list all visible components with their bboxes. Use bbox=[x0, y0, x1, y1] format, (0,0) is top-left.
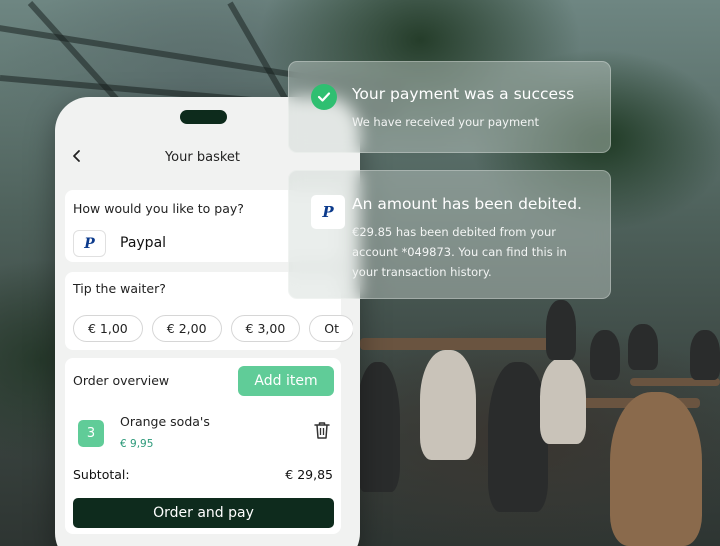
subtotal-value: € 29,85 bbox=[285, 467, 333, 482]
tip-option[interactable]: € 3,00 bbox=[230, 315, 301, 342]
tip-option[interactable]: € 1,00 bbox=[73, 315, 143, 342]
notification-body-line: your transaction history. bbox=[352, 265, 492, 279]
notification-title: Your payment was a success bbox=[352, 85, 575, 103]
notification-body: €29.85 has been debited from your accoun… bbox=[352, 222, 567, 282]
item-name: Orange soda's bbox=[120, 414, 210, 429]
tip-option-other[interactable]: Ot bbox=[309, 315, 353, 342]
payment-success-notification: Your payment was a success We have recei… bbox=[288, 61, 611, 153]
phone-mockup: Your basket How would you like to pay? P… bbox=[55, 97, 360, 546]
check-circle-icon bbox=[311, 84, 337, 110]
tip-question: Tip the waiter? bbox=[73, 281, 166, 296]
tip-option[interactable]: € 2,00 bbox=[151, 315, 222, 342]
item-price: € 9,95 bbox=[120, 438, 154, 450]
add-item-button[interactable]: Add item bbox=[238, 366, 334, 396]
payment-question: How would you like to pay? bbox=[73, 201, 244, 216]
order-and-pay-button[interactable]: Order and pay bbox=[73, 498, 334, 528]
paypal-icon: P bbox=[311, 195, 345, 229]
order-overview-heading: Order overview bbox=[73, 373, 170, 388]
amount-debited-notification: P An amount has been debited. €29.85 has… bbox=[288, 170, 611, 299]
tip-options: € 1,00 € 2,00 € 3,00 Ot bbox=[73, 315, 353, 342]
order-overview-card: Order overview Add item 3 Orange soda's … bbox=[65, 358, 341, 534]
notification-body-line: €29.85 has been debited from your bbox=[352, 225, 556, 239]
item-quantity-badge: 3 bbox=[78, 420, 104, 447]
trash-icon[interactable] bbox=[313, 420, 331, 440]
notification-body-line: account *049873. You can find this in bbox=[352, 245, 567, 259]
phone-notch bbox=[180, 110, 227, 124]
notification-title: An amount has been debited. bbox=[352, 195, 582, 213]
notification-body: We have received your payment bbox=[352, 115, 540, 129]
subtotal-label: Subtotal: bbox=[73, 467, 130, 482]
paypal-icon: P bbox=[73, 230, 106, 257]
payment-method-name[interactable]: Paypal bbox=[120, 235, 166, 251]
